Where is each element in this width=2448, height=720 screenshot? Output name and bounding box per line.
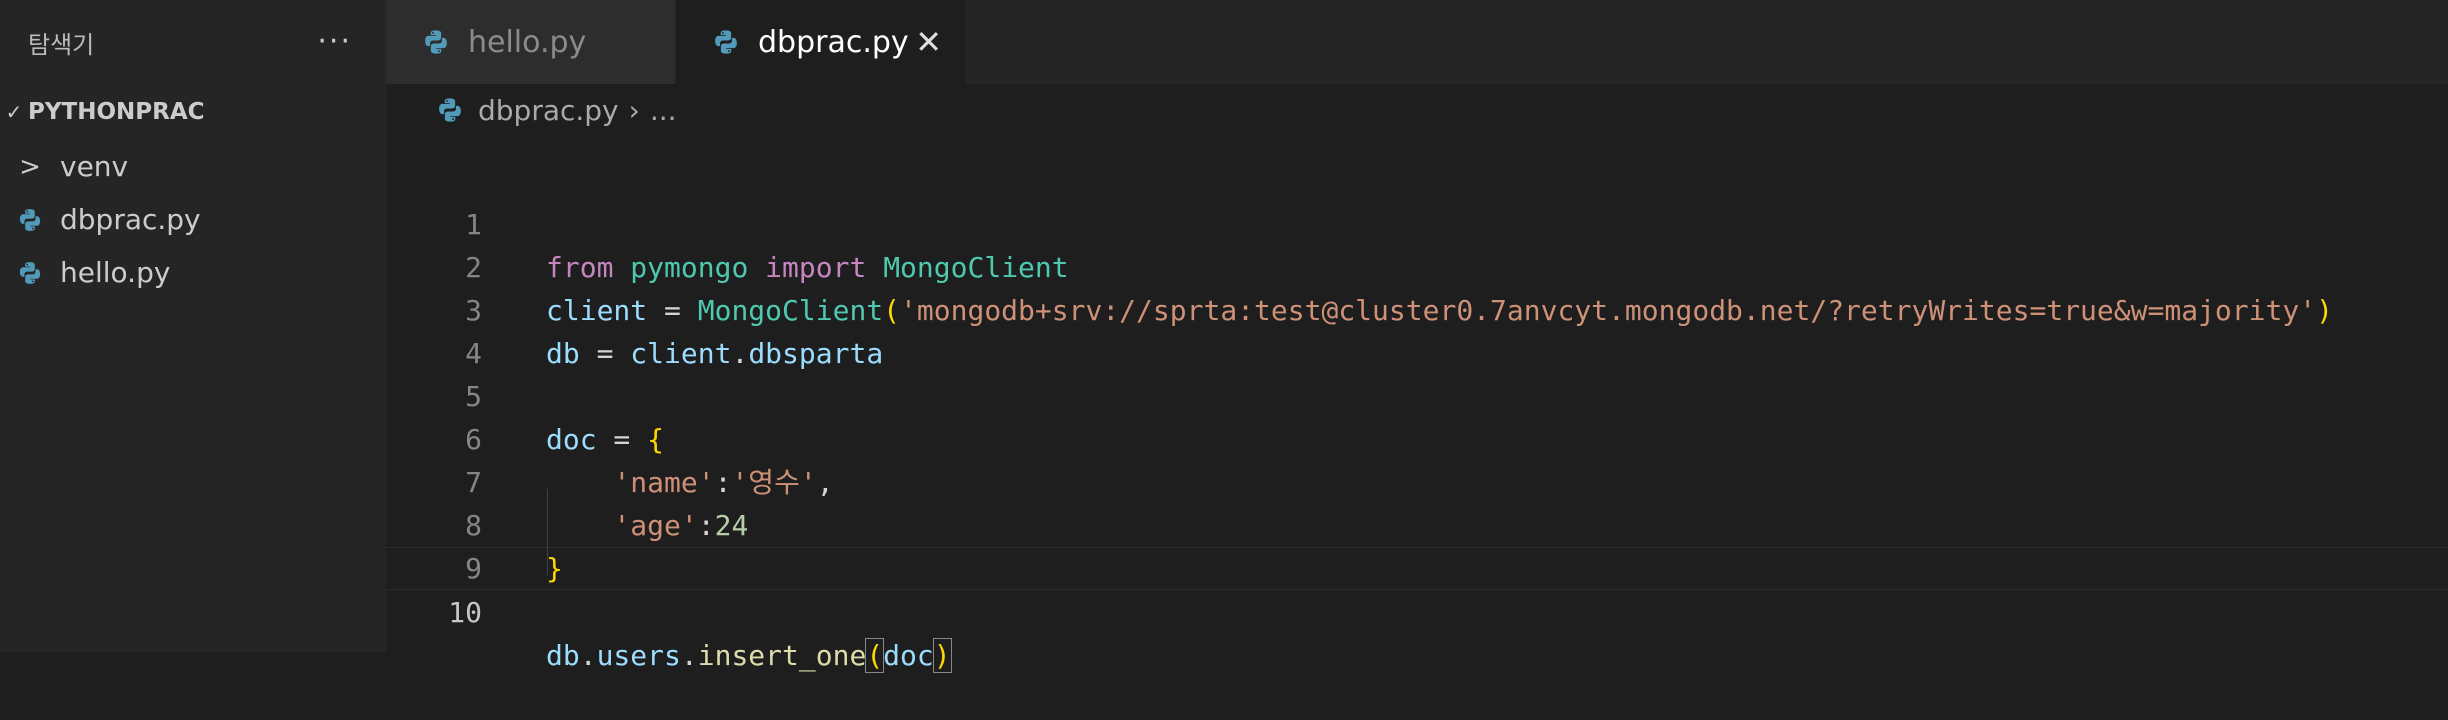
python-file-icon xyxy=(712,28,740,56)
tab-label: dbprac.py xyxy=(758,24,909,60)
breadcrumb-file[interactable]: dbprac.py xyxy=(478,94,619,127)
chevron-down-icon: ✓ xyxy=(5,100,23,124)
code-line: 8 } xyxy=(386,461,2448,585)
explorer-item-venv[interactable]: > venv xyxy=(0,140,386,193)
explorer-item-label: hello.py xyxy=(60,256,171,289)
explorer-header: 탐색기 ··· xyxy=(0,0,386,84)
python-file-icon xyxy=(422,28,450,56)
code-line: 1 from pymongo import MongoClient xyxy=(386,160,2448,284)
code-line: 6 'name':'영수', xyxy=(386,375,2448,499)
tab-hello-py[interactable]: hello.py xyxy=(386,0,676,84)
close-icon[interactable]: ✕ xyxy=(915,23,942,61)
python-file-icon xyxy=(436,96,464,124)
explorer-item-label: dbprac.py xyxy=(60,203,201,236)
code-line: 2 client = MongoClient('mongodb+srv://sp… xyxy=(386,203,2448,327)
code-line: 5 doc = { xyxy=(386,332,2448,456)
tab-label: hello.py xyxy=(468,24,587,60)
line-number: 10 xyxy=(448,596,482,629)
code-line: 9 xyxy=(386,504,2448,585)
explorer-sidebar: 탐색기 ··· ✓ PYTHONPRAC > venv dbprac.py he… xyxy=(0,0,386,652)
code-editor[interactable]: 1 from pymongo import MongoClient 2 clie… xyxy=(386,136,2448,673)
code-line: 4 xyxy=(386,289,2448,370)
breadcrumb-ellipsis[interactable]: ... xyxy=(650,94,677,127)
editor-tab-bar: hello.py dbprac.py ✕ xyxy=(386,0,2448,84)
workspace-section-header[interactable]: ✓ PYTHONPRAC xyxy=(0,84,386,140)
python-file-icon xyxy=(0,260,60,286)
python-file-icon xyxy=(0,207,60,233)
chevron-right-icon: > xyxy=(19,151,41,182)
explorer-title: 탐색기 xyxy=(28,30,95,59)
explorer-item-label: venv xyxy=(60,150,129,183)
code-line-current: 10 db.users.insert_one(doc) xyxy=(386,547,2448,673)
code-text: db.users.insert_one(doc) xyxy=(546,638,952,673)
workspace-name: PYTHONPRAC xyxy=(28,99,205,125)
code-line: 7 'age':24 xyxy=(386,418,2448,542)
explorer-item-dbprac[interactable]: dbprac.py xyxy=(0,193,386,246)
breadcrumb: dbprac.py › ... xyxy=(386,84,2448,136)
chevron-right-icon: › xyxy=(628,93,640,127)
tab-dbprac-py[interactable]: dbprac.py ✕ xyxy=(676,0,966,84)
code-line: 3 db = client.dbsparta xyxy=(386,246,2448,370)
explorer-item-hello[interactable]: hello.py xyxy=(0,246,386,299)
more-actions-icon[interactable]: ··· xyxy=(317,27,352,57)
